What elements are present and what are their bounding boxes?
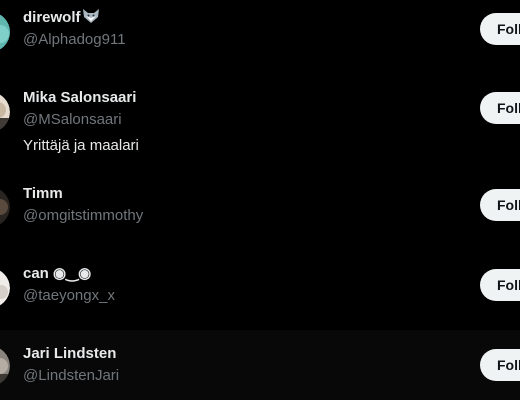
- avatar[interactable]: [0, 187, 10, 227]
- avatar[interactable]: [0, 92, 10, 132]
- user-handle[interactable]: @omgitstimmothy: [23, 207, 143, 225]
- user-handle[interactable]: @MSalonsaari: [23, 111, 122, 129]
- who-to-follow-list: direwolf @Alphadog911 Follow Mika Salons…: [0, 0, 520, 400]
- user-row[interactable]: Mika Salonsaari @MSalonsaari Yrittäjä ja…: [0, 72, 520, 171]
- user-name[interactable]: can ◉‿◉: [23, 265, 91, 283]
- follow-button[interactable]: Follow: [480, 13, 520, 45]
- follow-button[interactable]: Follow: [480, 189, 520, 221]
- avatar[interactable]: [0, 12, 10, 52]
- avatar[interactable]: [0, 268, 10, 308]
- user-name[interactable]: Mika Salonsaari: [23, 89, 136, 107]
- avatar[interactable]: [0, 346, 10, 386]
- user-row[interactable]: Jari Lindsten @LindstenJari Follow: [0, 330, 520, 400]
- follow-button[interactable]: Follow: [480, 269, 520, 301]
- user-row[interactable]: can ◉‿◉ @taeyongx_x Follow: [0, 251, 520, 330]
- user-name[interactable]: Jari Lindsten: [23, 345, 116, 363]
- user-handle[interactable]: @Alphadog911: [23, 31, 126, 49]
- user-handle[interactable]: @taeyongx_x: [23, 287, 115, 305]
- user-name[interactable]: direwolf: [23, 8, 100, 29]
- follow-button[interactable]: Follow: [480, 349, 520, 381]
- wolf-emoji-icon: [82, 8, 100, 29]
- user-name[interactable]: Timm: [23, 185, 63, 203]
- user-handle[interactable]: @LindstenJari: [23, 367, 119, 385]
- user-row[interactable]: Timm @omgitstimmothy Follow: [0, 171, 520, 251]
- follow-button[interactable]: Follow: [480, 92, 520, 124]
- user-bio: Yrittäjä ja maalari: [23, 137, 139, 154]
- user-row[interactable]: direwolf @Alphadog911 Follow: [0, 0, 520, 72]
